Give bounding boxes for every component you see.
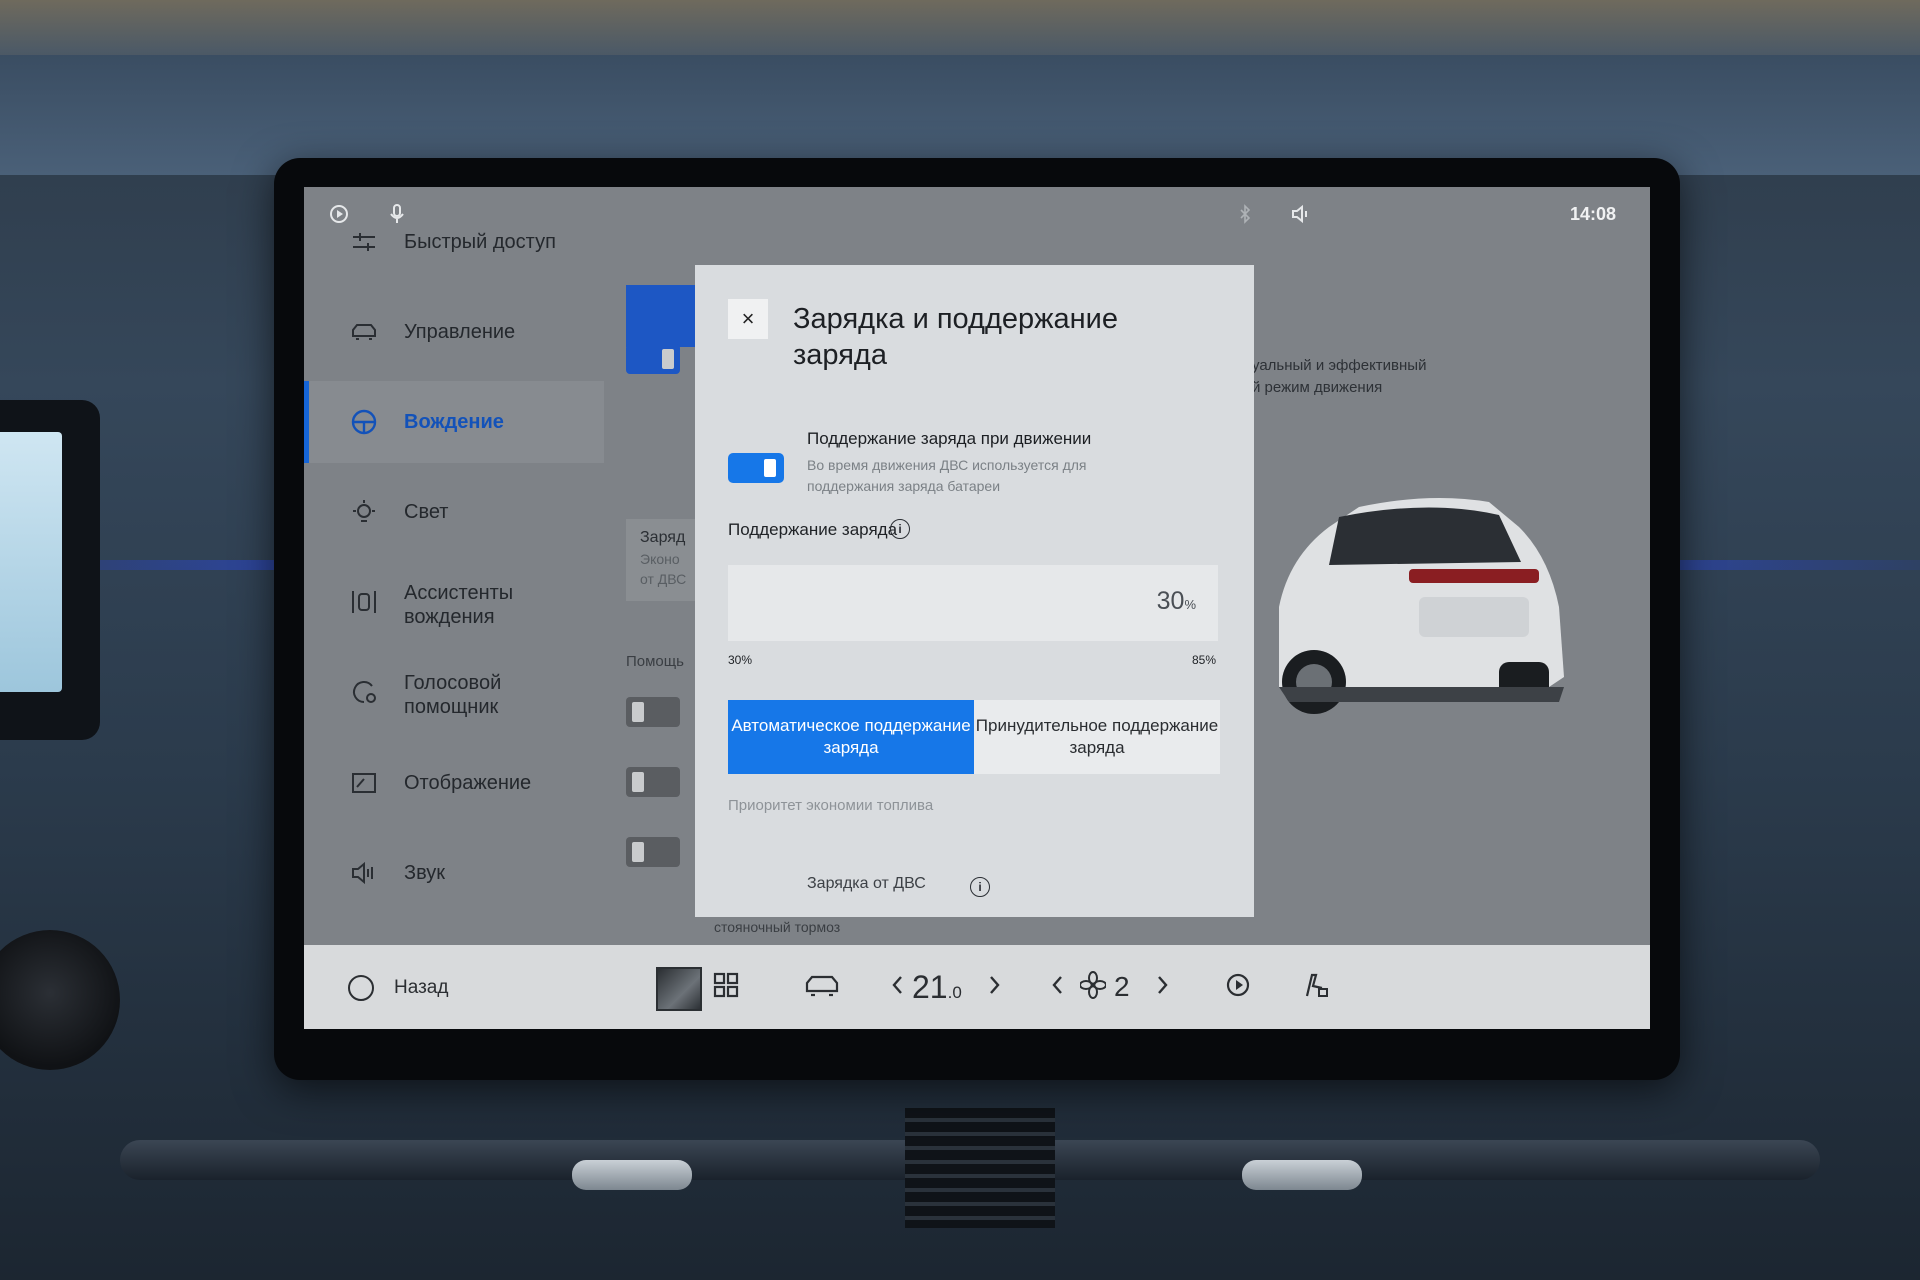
background-toggle-4 — [626, 837, 680, 867]
toggle-thumb — [764, 459, 776, 477]
center-vent — [905, 1108, 1055, 1228]
temperature-dec: .0 — [947, 983, 962, 1002]
ice-charging-item[interactable]: Зарядка от ДВС — [807, 875, 926, 893]
sidebar-item-label: Свет — [404, 501, 449, 523]
voice-assistant-icon — [350, 678, 378, 706]
steering-wheel-icon — [350, 408, 378, 436]
lower-dash-button-left — [572, 1160, 692, 1190]
bottom-dock: Назад 21.0 2 — [304, 945, 1650, 1029]
background-description-line: й режим движения — [1252, 379, 1383, 396]
sidebar-item-label: Ассистенты вождения — [404, 582, 514, 628]
drive-charge-toggle[interactable] — [728, 453, 784, 483]
mode-hint: Приоритет экономии топлива — [728, 797, 934, 814]
charge-maintenance-label: Поддержание заряда — [728, 520, 898, 539]
background-section-label: Помощь — [626, 653, 684, 670]
background-charge-card: Заряд Эконо от ДВС — [626, 519, 696, 601]
info-icon[interactable]: i — [970, 877, 990, 897]
background-mode-button — [626, 285, 696, 347]
background-parking-brake-text: стояночный тормоз — [714, 919, 841, 935]
slider-value-unit: % — [1184, 597, 1196, 612]
light-bulb-icon — [350, 498, 378, 526]
dialog-title: Зарядка и поддержание заряда — [793, 303, 1119, 371]
sidebar-item-label: Быстрый доступ — [404, 231, 556, 253]
background-card-line: от ДВС — [640, 571, 687, 587]
sidebar-item-label: Отображение — [404, 772, 532, 794]
back-button[interactable]: Назад — [394, 977, 448, 999]
forced-charge-mode-button[interactable]: Принудительное поддержание заряда — [974, 700, 1220, 774]
background-card-line: Эконо — [640, 551, 680, 567]
display-icon — [350, 769, 378, 797]
ice-charging-label: Зарядка от ДВС — [807, 875, 926, 892]
instrument-cluster-screen — [0, 432, 62, 692]
background-card-title: Заряд — [640, 529, 686, 546]
sidebar-item-control[interactable]: Управление — [304, 291, 604, 373]
home-circle-icon[interactable] — [348, 975, 374, 1001]
slider-max-label: 85% — [1192, 653, 1217, 667]
background-toggle-1 — [626, 344, 680, 374]
sidebar-item-light[interactable]: Свет — [304, 471, 604, 553]
apps-grid-icon[interactable] — [712, 971, 740, 1006]
sidebar-item-driving-assistants[interactable]: Ассистенты вождения — [304, 561, 604, 643]
seat-heating-icon[interactable] — [1302, 971, 1330, 1006]
sidebar-item-label: Вождение — [404, 411, 504, 433]
charge-settings-dialog: × Зарядка и поддержание заряда Поддержан… — [695, 265, 1254, 917]
lower-dash-button-right — [1242, 1160, 1362, 1190]
sidebar-item-driving[interactable]: Вождение — [304, 381, 604, 463]
sidebar-item-label: Звук — [404, 862, 446, 884]
background-description-line: уальный и эффективный — [1252, 357, 1427, 374]
bluetooth-icon — [1234, 203, 1256, 225]
volume-icon[interactable] — [1290, 203, 1312, 225]
speaker-icon — [350, 859, 378, 887]
dashboard-top — [0, 55, 1920, 175]
slider-value: 30% — [1157, 587, 1196, 616]
slider-min-label: 30% — [728, 653, 753, 667]
slider-value-number: 30 — [1156, 587, 1185, 615]
charge-level-slider[interactable]: 30% — [728, 565, 1218, 641]
sidebar-item-voice-assistant[interactable]: Голосовой помощник — [304, 651, 604, 733]
option-title: Поддержание заряда при движении — [807, 429, 1092, 448]
media-play-icon[interactable] — [1224, 971, 1252, 1006]
clock: 14:08 — [1569, 204, 1616, 224]
fan-level: 2 — [1114, 971, 1130, 1002]
infotainment-screen: 14:08 Быстрый доступ Управление Вождение… — [304, 187, 1650, 1029]
sidebar-item-label: Управление — [404, 321, 516, 343]
media-album-art[interactable] — [656, 967, 702, 1011]
close-button[interactable]: × — [728, 299, 768, 339]
temperature-up-chevron-icon[interactable] — [984, 971, 1004, 1006]
background-description: уальный и эффективный й режим движения — [1252, 355, 1426, 399]
sidebar-item-quick-access[interactable]: Быстрый доступ — [304, 201, 604, 283]
info-icon[interactable]: i — [890, 519, 910, 539]
fan-up-chevron-icon[interactable] — [1152, 971, 1172, 1006]
temperature-int: 21 — [912, 969, 948, 1005]
fan-down-chevron-icon[interactable] — [1048, 971, 1068, 1006]
sidebar-item-label: Голосовой помощник — [404, 672, 502, 718]
car-control-icon — [350, 318, 378, 346]
sidebar-item-sound[interactable]: Звук — [304, 832, 604, 914]
fan-icon — [1079, 971, 1107, 1006]
background-toggle-2 — [626, 697, 680, 727]
option-description: Во время движения ДВС используется для п… — [807, 457, 1087, 494]
background-toggle-3 — [626, 767, 680, 797]
vehicle-image — [1279, 498, 1564, 714]
temperature-down-chevron-icon[interactable] — [888, 971, 908, 1006]
quick-access-icon — [350, 228, 378, 256]
driving-assist-icon — [350, 588, 378, 616]
car-icon[interactable] — [804, 971, 840, 1006]
gear-selector-knob — [0, 930, 120, 1070]
auto-charge-mode-button[interactable]: Автоматическое поддержание заряда — [728, 700, 974, 774]
temperature-display: 21.0 — [912, 969, 962, 1006]
sidebar-item-display[interactable]: Отображение — [304, 742, 604, 824]
